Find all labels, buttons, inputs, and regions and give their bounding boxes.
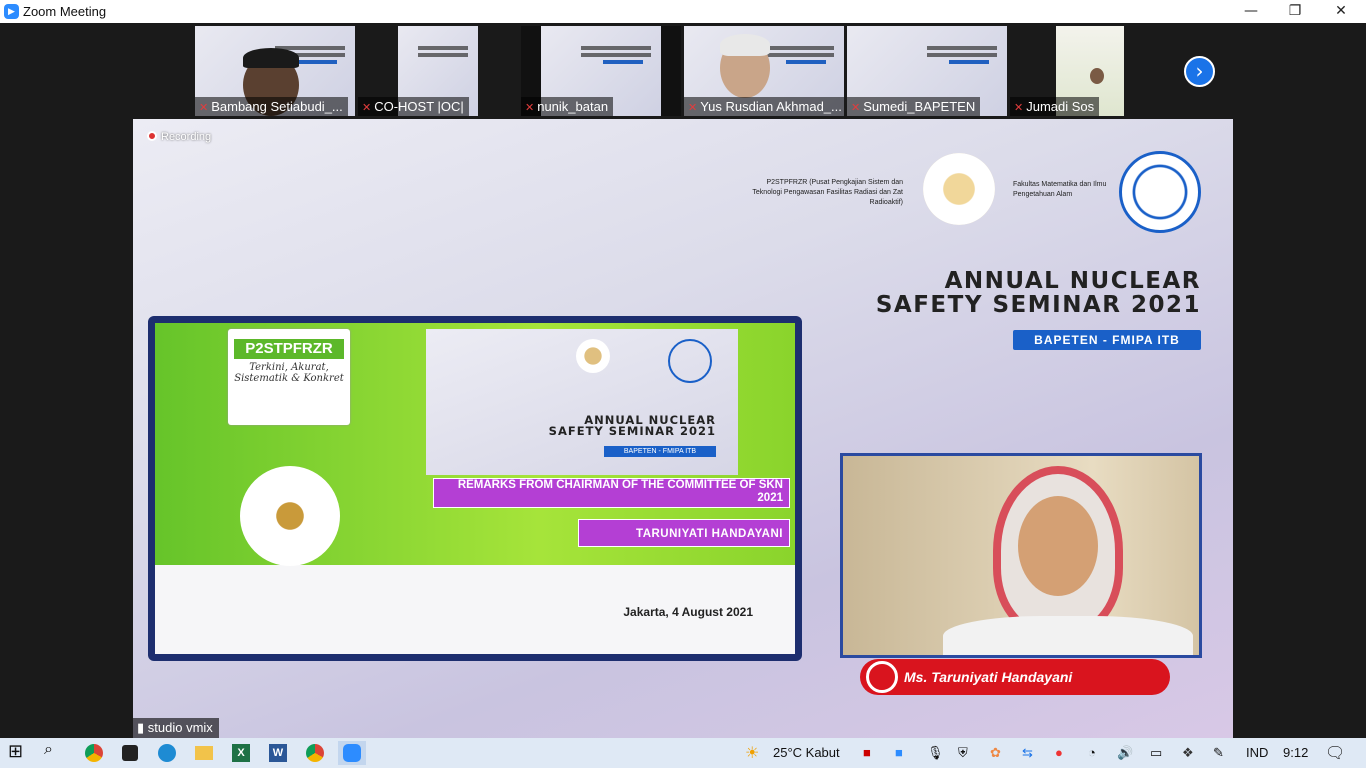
participant-name: ✕ Jumadi Sos [1010,97,1100,116]
remote-app-icon[interactable]: ⇆ [1022,745,1033,761]
recording-indicator: Recording [147,131,211,143]
speaker-name: Ms. Taruniyati Handayani [904,669,1073,685]
dropbox-icon[interactable]: ❖ [1182,745,1194,761]
windows-start-icon[interactable]: ⊞ [8,741,32,765]
bapeten-logo [923,153,995,225]
participant-hair [720,34,770,56]
speaker-banner: TARUNIYATI HANDAYANI [578,519,790,547]
search-icon[interactable]: ⌕ [44,741,68,765]
close-button[interactable]: ✕ [1318,0,1364,23]
participant-name: ✕ nunik_batan [521,97,614,116]
muted-mic-icon: ✕ [1014,102,1024,114]
beats-icon[interactable]: ● [1055,745,1063,760]
zoom-taskbar-icon[interactable] [338,741,366,765]
participant-name: ✕ Yus Rusdian Akhmad_... [684,97,844,116]
notification-icon[interactable]: ■ [863,745,871,760]
microphone-icon[interactable]: 🎙 [927,745,944,761]
inner-badge: BAPETEN - FMIPA ITB [604,446,716,457]
org-left-text: P2STPFRZR (Pusat Pengkajian Sistem dan T… [752,179,903,206]
tray-app-icon[interactable]: ✿ [990,745,1001,761]
remarks-banner: REMARKS FROM CHAIRMAN OF THE COMMITTEE O… [433,478,790,508]
signal-icon: ▮ [137,720,145,735]
main-video: Recording P2STPFRZR (Pusat Pengkajian Si… [133,119,1233,738]
next-page-button[interactable]: › [1184,56,1215,87]
chrome-icon[interactable] [82,741,106,765]
unit-motto: Terkini, Akurat, Sistematik & Konkret [234,362,344,384]
restore-button[interactable]: ❐ [1272,0,1318,23]
security-icon[interactable]: ⛨ [958,745,968,761]
participant-tile[interactable]: ✕ Yus Rusdian Akhmad_... [684,26,844,116]
speaker-name-bar: Ms. Taruniyati Handayani [860,659,1170,695]
org-right-text: Fakultas Matematika dan Ilmu Pengetahuan… [1013,181,1107,198]
participant-name: ✕ Sumedi_BAPETEN [847,97,981,116]
title-bar: ▶ Zoom Meeting — ❐ ✕ [0,0,1366,23]
seminar-title: ANNUAL NUCLEAR SAFETY SEMINAR 2021 [876,269,1201,317]
itb-logo [1119,151,1201,233]
bapeten-emblem [240,466,340,566]
pen-icon[interactable]: ✎ [1213,745,1224,761]
weather-text[interactable]: 25°C Kabut [773,745,840,760]
excel-icon[interactable]: X [229,741,253,765]
seminar-title-line1: ANNUAL NUCLEAR [944,268,1201,294]
meeting-stage: ✕ Bambang Setiabudi_... ✕ CO-HOST |OC| ✕ nu… [0,23,1366,738]
check-icon [238,407,254,423]
active-speaker-label: ▮ studio vmix [133,718,219,738]
participant-tile[interactable]: ✕ Sumedi_BAPETEN [847,26,1007,116]
seminar-badge: BAPETEN - FMIPA ITB [1013,330,1201,350]
participant-tile[interactable]: ✕ Bambang Setiabudi_... [195,26,355,116]
presentation-slide: P2STPFRZR Terkini, Akurat, Sistematik & … [148,316,802,661]
action-center-icon[interactable]: 🗨 [1325,743,1345,763]
language-indicator[interactable]: IND [1246,745,1268,760]
clock[interactable]: 9:12 [1283,745,1308,760]
itb-logo [668,339,712,383]
muted-mic-icon: ✕ [199,102,209,114]
wifi-icon[interactable]: ◔ [1088,745,1096,760]
window-title: Zoom Meeting [23,4,107,19]
speaker-body [943,616,1193,655]
taskbar: ⊞ ⌕ X W ☀ 25°C Kabut ■ ■ 🎙 ⛨ ✿ ⇆ ● ◔ 🔊 ▭… [0,738,1366,768]
muted-mic-icon: ✕ [525,102,535,114]
slide-date: Jakarta, 4 August 2021 [623,605,753,619]
participant-name: ✕ CO-HOST |OC| [358,97,469,116]
unit-name: P2STPFRZR [234,339,344,359]
zoom-tray-icon[interactable]: ■ [895,745,903,760]
muted-mic-icon: ✕ [688,102,698,114]
camera-app-icon[interactable] [118,741,142,765]
inner-title: ANNUAL NUCLEAR SAFETY SEMINAR 2021 [548,413,716,438]
participant-tile[interactable]: ✕ CO-HOST |OC| [358,26,518,116]
speaker-face [1018,496,1098,596]
word-icon[interactable]: W [266,741,290,765]
inner-seminar-slide: ANNUAL NUCLEAR SAFETY SEMINAR 2021 BAPET… [426,329,738,475]
battery-icon[interactable]: ▭ [1150,745,1162,761]
chevron-right-icon: › [1195,59,1204,83]
bapeten-logo [576,339,610,373]
file-explorer-icon[interactable] [192,741,216,765]
we-think-text: We think We recommend [269,409,329,427]
participant-name: ✕ Bambang Setiabudi_... [195,97,348,116]
minimize-button[interactable]: — [1228,0,1274,23]
participant-face [1090,68,1104,84]
slide-content: P2STPFRZR Terkini, Akurat, Sistematik & … [155,323,795,654]
edge-icon[interactable] [155,741,179,765]
muted-mic-icon: ✕ [851,102,861,114]
participant-tile[interactable]: ✕ nunik_batan [521,26,681,116]
weather-icon: ☀ [745,745,760,762]
zoom-app-icon: ▶ [4,4,19,19]
speaker-video [840,453,1202,658]
volume-icon[interactable]: 🔊 [1117,745,1133,761]
participant-tile[interactable]: ✕ Jumadi Sos [1010,26,1124,116]
participant-hat [243,48,299,68]
muted-mic-icon: ✕ [362,102,372,114]
record-icon [147,131,157,141]
seminar-title-line2: SAFETY SEMINAR 2021 [875,292,1201,318]
chrome-icon[interactable] [303,741,327,765]
